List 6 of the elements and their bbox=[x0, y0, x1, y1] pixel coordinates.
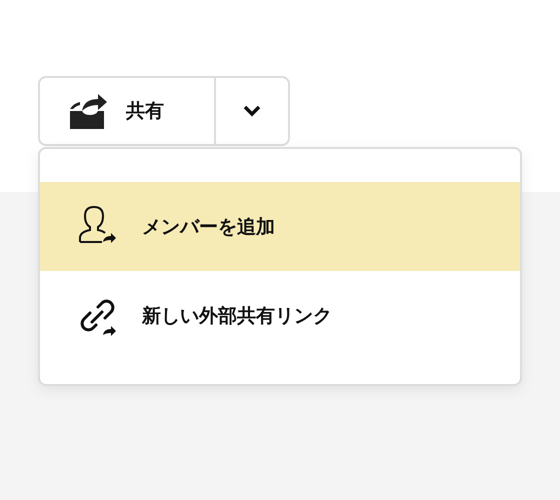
menu-item-label: 新しい外部共有リンク bbox=[142, 304, 332, 328]
menu-item[interactable]: 新しい外部共有リンク bbox=[40, 271, 520, 360]
menu-item[interactable]: メンバーを追加 bbox=[40, 182, 520, 271]
caret-icon bbox=[243, 105, 261, 117]
menu-item-label: メンバーを追加 bbox=[142, 214, 275, 240]
share-button[interactable]: 共有 bbox=[40, 78, 216, 144]
